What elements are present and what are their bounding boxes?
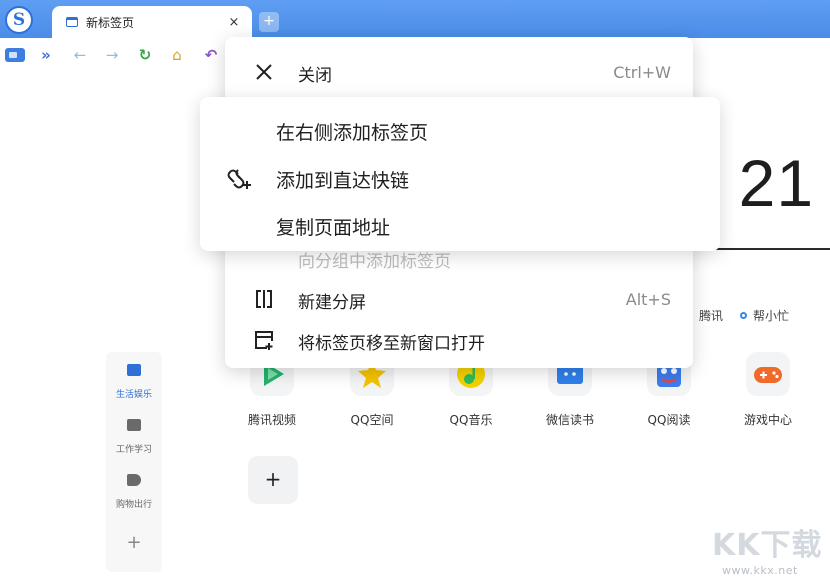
- tab-submenu: 在右侧添加标签页 添加到直达快链 复制页面地址: [200, 97, 720, 251]
- menu-shortcut: Alt+S: [625, 290, 671, 309]
- menu-label: 新建分屏: [298, 293, 366, 313]
- app-label: 腾讯视频: [247, 413, 296, 427]
- game-center-icon: [746, 352, 790, 396]
- category-work[interactable]: 工作学习: [106, 419, 162, 456]
- watermark-logo: KK下载: [712, 528, 823, 563]
- app-label: 游戏中心: [743, 413, 792, 427]
- link-add-icon: [225, 165, 253, 191]
- close-icon[interactable]: ×: [226, 15, 242, 30]
- quick-link-helper-label: 帮小忙: [753, 309, 790, 323]
- menu-item-move-to-window[interactable]: 将标签页移至新窗口打开: [225, 319, 693, 359]
- watermark-url: www.kkx.net: [722, 564, 798, 577]
- book-icon: [127, 364, 141, 376]
- home-icon[interactable]: ⌂: [169, 46, 185, 64]
- category-label: 购物出行: [115, 500, 152, 510]
- helper-icon: [740, 312, 747, 319]
- briefcase-icon: [127, 419, 141, 431]
- quick-link-helper[interactable]: 帮小忙: [740, 307, 789, 324]
- submenu-item-add-quicklink[interactable]: 添加到直达快链: [200, 153, 720, 197]
- app-label: 微信读书: [545, 413, 594, 427]
- split-screen-icon: [253, 288, 275, 310]
- category-sidebar: 生活娱乐 工作学习 购物出行 +: [106, 352, 162, 572]
- add-app-button[interactable]: +: [248, 456, 298, 504]
- page-icon: [66, 17, 78, 27]
- close-icon: [253, 61, 275, 83]
- back-icon[interactable]: ←: [72, 46, 88, 64]
- tab-title: 新标签页: [86, 15, 135, 30]
- new-tab-button[interactable]: +: [259, 12, 279, 32]
- submenu-item-copy-address[interactable]: 复制页面地址: [200, 200, 720, 244]
- menu-label: 将标签页移至新窗口打开: [298, 334, 485, 354]
- undo-icon[interactable]: ↶: [201, 46, 221, 64]
- category-label: 生活娱乐: [115, 390, 152, 400]
- app-label: QQ空间: [350, 413, 394, 427]
- app-label: QQ音乐: [449, 413, 493, 427]
- tag-icon: [127, 474, 141, 486]
- tab-new-tab-page[interactable]: 新标签页 ×: [52, 6, 252, 38]
- submenu-item-add-tab-right[interactable]: 在右侧添加标签页: [200, 105, 720, 149]
- quick-link-tencent[interactable]: 腾讯: [699, 307, 723, 324]
- app-game-center[interactable]: 游戏中心: [732, 352, 804, 428]
- reload-icon[interactable]: ↻: [137, 46, 153, 64]
- menu-label: 添加到直达快链: [276, 170, 410, 192]
- menu-label: 在右侧添加标签页: [276, 122, 429, 144]
- category-label: 工作学习: [115, 445, 152, 455]
- browser-logo[interactable]: S: [5, 6, 33, 34]
- tab-strip: S 新标签页 × +: [0, 0, 830, 38]
- forward-icon[interactable]: →: [104, 46, 120, 64]
- menu-item-split-screen[interactable]: 新建分屏 Alt+S: [225, 278, 693, 318]
- menu-label: 关闭: [298, 66, 332, 86]
- new-window-icon: [253, 329, 275, 351]
- menu-shortcut: Ctrl+W: [613, 63, 671, 82]
- add-category-button[interactable]: +: [106, 532, 162, 553]
- category-shopping[interactable]: 购物出行: [106, 474, 162, 511]
- expand-icon[interactable]: »: [38, 46, 54, 64]
- menu-label: 复制页面地址: [276, 217, 391, 239]
- app-label: QQ阅读: [647, 413, 691, 427]
- sidebar-icon[interactable]: [5, 48, 25, 62]
- menu-item-close[interactable]: 关闭 Ctrl+W: [225, 51, 693, 91]
- category-life[interactable]: 生活娱乐: [106, 364, 162, 401]
- watermark: KK下载 www.kkx.net: [712, 520, 828, 577]
